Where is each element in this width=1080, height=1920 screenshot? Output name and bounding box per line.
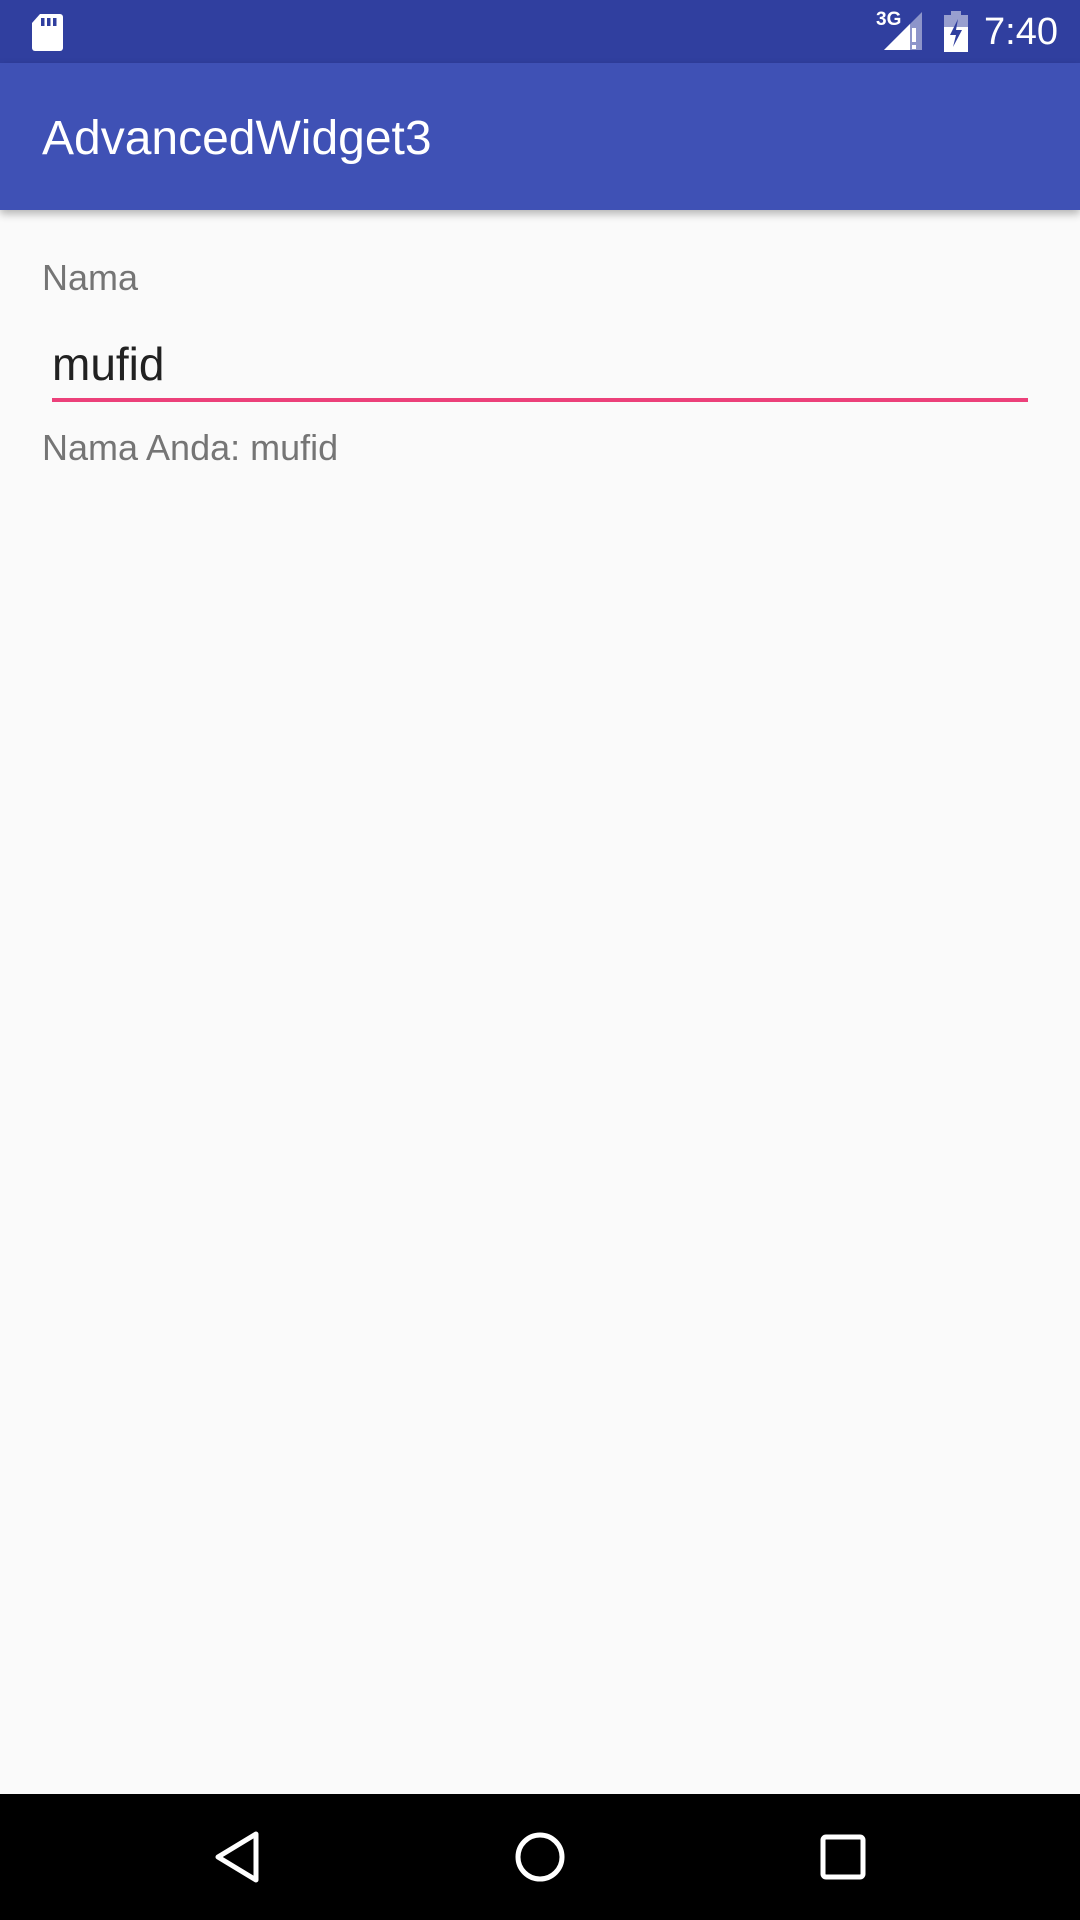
recents-button[interactable] (808, 1822, 878, 1892)
home-button[interactable] (505, 1822, 575, 1892)
name-input[interactable] (52, 330, 1028, 402)
app-title: AdvancedWidget3 (42, 112, 432, 165)
back-button[interactable] (202, 1822, 272, 1892)
battery-charging-icon (944, 11, 968, 52)
result-text: Nama Anda: mufid (42, 427, 339, 468)
back-icon (215, 1831, 259, 1883)
network-type-label: 3G (876, 9, 902, 30)
app-bar: AdvancedWidget3 (0, 63, 1080, 210)
sd-card-icon (32, 14, 63, 51)
navigation-bar (0, 1794, 1080, 1920)
recents-icon (820, 1834, 866, 1880)
screen: 3G 7:40 AdvancedWidget3 Nama Nama Anda: … (0, 0, 1080, 1920)
home-icon (515, 1832, 565, 1882)
status-clock: 7:40 (984, 11, 1058, 53)
name-label: Nama (42, 257, 139, 298)
status-bar: 3G 7:40 (0, 0, 1080, 63)
